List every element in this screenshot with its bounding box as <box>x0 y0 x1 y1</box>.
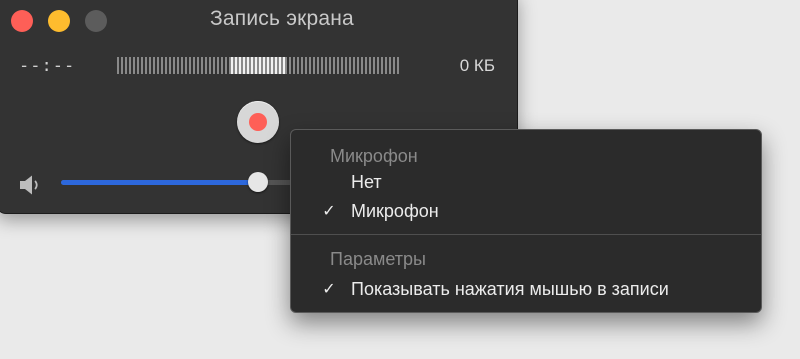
menu-item-none[interactable]: Нет <box>299 168 753 196</box>
volume-slider-fill <box>61 180 258 185</box>
menu-item-label: Микрофон <box>351 201 439 221</box>
desktop: Запись экрана --:-- 0 КБ Микрофон Нет ✓ <box>0 0 800 359</box>
menu-separator <box>291 234 761 235</box>
menu-header-microphone: Микрофон <box>330 146 418 166</box>
menu-item-microphone[interactable]: ✓ Микрофон <box>299 197 753 225</box>
zoom-button[interactable] <box>85 10 107 32</box>
volume-slider-thumb[interactable] <box>247 172 268 192</box>
options-menu: Микрофон Нет ✓ Микрофон Параметры ✓ Пока… <box>290 129 762 313</box>
speaker-icon <box>18 174 46 196</box>
menu-header-options: Параметры <box>330 249 426 269</box>
close-button[interactable] <box>11 10 33 32</box>
minimize-button[interactable] <box>48 10 70 32</box>
record-icon <box>249 113 267 131</box>
volume-slider[interactable] <box>61 172 301 192</box>
window-title: Запись экрана <box>210 7 354 30</box>
checkmark-icon: ✓ <box>322 279 336 298</box>
audio-level-peak <box>231 57 285 74</box>
checkmark-icon: ✓ <box>322 201 336 220</box>
menu-item-label: Показывать нажатия мышью в записи <box>351 279 669 299</box>
file-size: 0 КБ <box>459 56 495 75</box>
menu-item-label: Нет <box>351 172 382 192</box>
record-button[interactable] <box>237 101 279 143</box>
menu-item-show-mouse-clicks[interactable]: ✓ Показывать нажатия мышью в записи <box>299 275 753 303</box>
elapsed-time: --:-- <box>19 56 76 76</box>
